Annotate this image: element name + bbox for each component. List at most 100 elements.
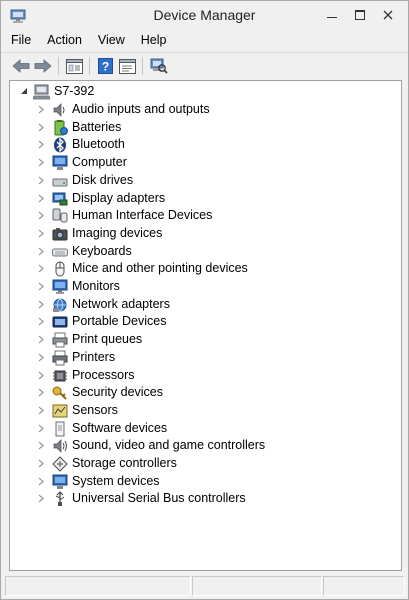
close-button[interactable] (367, 1, 408, 29)
tree-item[interactable]: Security devices (10, 384, 390, 401)
tree-item[interactable]: Sensors (10, 402, 390, 419)
portable-device-icon (52, 316, 68, 328)
tree-item[interactable]: Computer (10, 154, 390, 171)
tree-item[interactable]: Display adapters (10, 190, 390, 207)
tree-item-label: Audio inputs and outputs (72, 102, 210, 116)
tree-item-label: Mice and other pointing devices (72, 261, 248, 276)
usb-icon (55, 491, 65, 507)
tree-item[interactable]: Keyboards (10, 243, 390, 260)
toolbar-separator (142, 57, 143, 75)
chevron-right-icon[interactable] (38, 140, 44, 149)
close-icon (383, 10, 392, 20)
chevron-right-icon[interactable] (38, 247, 44, 256)
storage-controller-icon (52, 456, 68, 472)
tree-item-label: Software devices (72, 420, 168, 435)
tree-item-label: System devices (72, 473, 160, 488)
chevron-right-icon[interactable] (38, 477, 44, 486)
chevron-right-icon[interactable] (38, 371, 44, 380)
tree-root-label: S7-392 (54, 84, 95, 98)
menu-bar: File Action View Help (1, 31, 408, 51)
tree-item[interactable]: Bluetooth (10, 136, 390, 153)
chevron-right-icon[interactable] (38, 353, 44, 362)
tree-item[interactable]: Processors (10, 367, 390, 384)
tree-item-label: Portable Devices (72, 314, 167, 329)
menu-help[interactable]: Help (133, 31, 175, 51)
tree-item[interactable]: System devices (10, 473, 390, 490)
tree-item[interactable]: Imaging devices (10, 225, 390, 242)
device-tree[interactable]: S7-392 Audio inputs and outputs Batteries… (9, 80, 402, 571)
chevron-right-icon[interactable] (38, 194, 44, 203)
chevron-right-icon[interactable] (38, 424, 44, 433)
chevron-right-icon[interactable] (38, 388, 44, 397)
chevron-right-icon[interactable] (38, 176, 44, 185)
menu-action[interactable]: Action (39, 31, 90, 51)
tree-item-label: Universal Serial Bus controllers (72, 491, 246, 506)
chevron-right-icon[interactable] (38, 300, 44, 309)
status-pane-1 (5, 576, 191, 596)
tree-item-label: Monitors (72, 279, 120, 293)
tree-item[interactable]: Batteries (10, 119, 390, 136)
mouse-icon (55, 261, 65, 277)
chevron-right-icon[interactable] (38, 406, 44, 415)
tree-item-label: Print queues (72, 332, 143, 347)
tree-item[interactable]: Disk drives (10, 172, 390, 189)
tree-item[interactable]: Mice and other pointing devices (10, 260, 390, 277)
chevron-right-icon[interactable] (38, 229, 44, 238)
tree-item[interactable]: Network adapters (10, 296, 390, 313)
bluetooth-icon (54, 137, 66, 153)
tree-item[interactable]: Software devices (10, 420, 390, 437)
computer-icon (52, 155, 68, 171)
tree-item[interactable]: Print queues (10, 331, 390, 348)
tree-item-label: Security devices (72, 385, 164, 400)
menu-file[interactable]: File (1, 31, 39, 51)
chevron-right-icon[interactable] (38, 123, 44, 132)
tree-item[interactable]: Portable Devices (10, 313, 390, 330)
sensor-icon (52, 404, 68, 418)
toolbar: ? (1, 52, 408, 79)
status-pane-2 (192, 576, 322, 596)
minimize-button[interactable] (317, 1, 347, 29)
chevron-right-icon[interactable] (38, 158, 44, 167)
chevron-right-icon[interactable] (38, 459, 44, 468)
tree-item[interactable]: Sound, video and game controllers (10, 437, 390, 454)
tree-item-label: Display adapters (72, 190, 166, 205)
tree-item[interactable]: Audio inputs and outputs (10, 101, 390, 118)
chevron-right-icon[interactable] (38, 211, 44, 220)
scan-hardware-icon (150, 58, 168, 74)
tree-item[interactable]: Monitors (10, 278, 390, 295)
forward-button[interactable] (33, 56, 53, 76)
tree-item[interactable]: Printers (10, 349, 390, 366)
chevron-right-icon[interactable] (38, 494, 44, 503)
tree-item-label: Storage controllers (72, 456, 177, 470)
menu-view[interactable]: View (90, 31, 133, 51)
printer-icon (52, 350, 68, 366)
tree-item-label: Processors (72, 367, 135, 382)
chevron-right-icon[interactable] (38, 264, 44, 273)
tree-item[interactable]: Storage controllers (10, 455, 390, 472)
chevron-right-icon[interactable] (38, 441, 44, 450)
back-button[interactable] (11, 56, 31, 76)
security-key-icon (52, 386, 67, 400)
scan-hardware-button[interactable] (149, 56, 169, 76)
tree-item-label: Keyboards (72, 243, 132, 258)
system-device-icon (52, 474, 68, 489)
tree-item[interactable]: Universal Serial Bus controllers (10, 490, 390, 507)
chevron-right-icon[interactable] (38, 282, 44, 291)
toolbar-separator (58, 57, 59, 75)
computer-icon (33, 84, 51, 100)
help-icon: ? (97, 58, 113, 74)
title-bar[interactable]: Device Manager (1, 1, 408, 31)
toolbar-separator (89, 57, 90, 75)
disk-drive-icon (52, 178, 68, 187)
tree-item[interactable]: Human Interface Devices (10, 207, 390, 224)
tree-root-computer[interactable]: S7-392 (10, 83, 210, 100)
chevron-right-icon[interactable] (38, 317, 44, 326)
help-button[interactable]: ? (95, 56, 115, 76)
chevron-expanded-icon[interactable] (20, 87, 28, 95)
properties-button[interactable] (117, 56, 137, 76)
chevron-right-icon[interactable] (38, 335, 44, 344)
chevron-right-icon[interactable] (38, 105, 44, 114)
show-hide-console-tree-button[interactable] (64, 56, 84, 76)
tree-item-label: Human Interface Devices (72, 208, 213, 223)
sound-controller-icon (53, 439, 67, 454)
